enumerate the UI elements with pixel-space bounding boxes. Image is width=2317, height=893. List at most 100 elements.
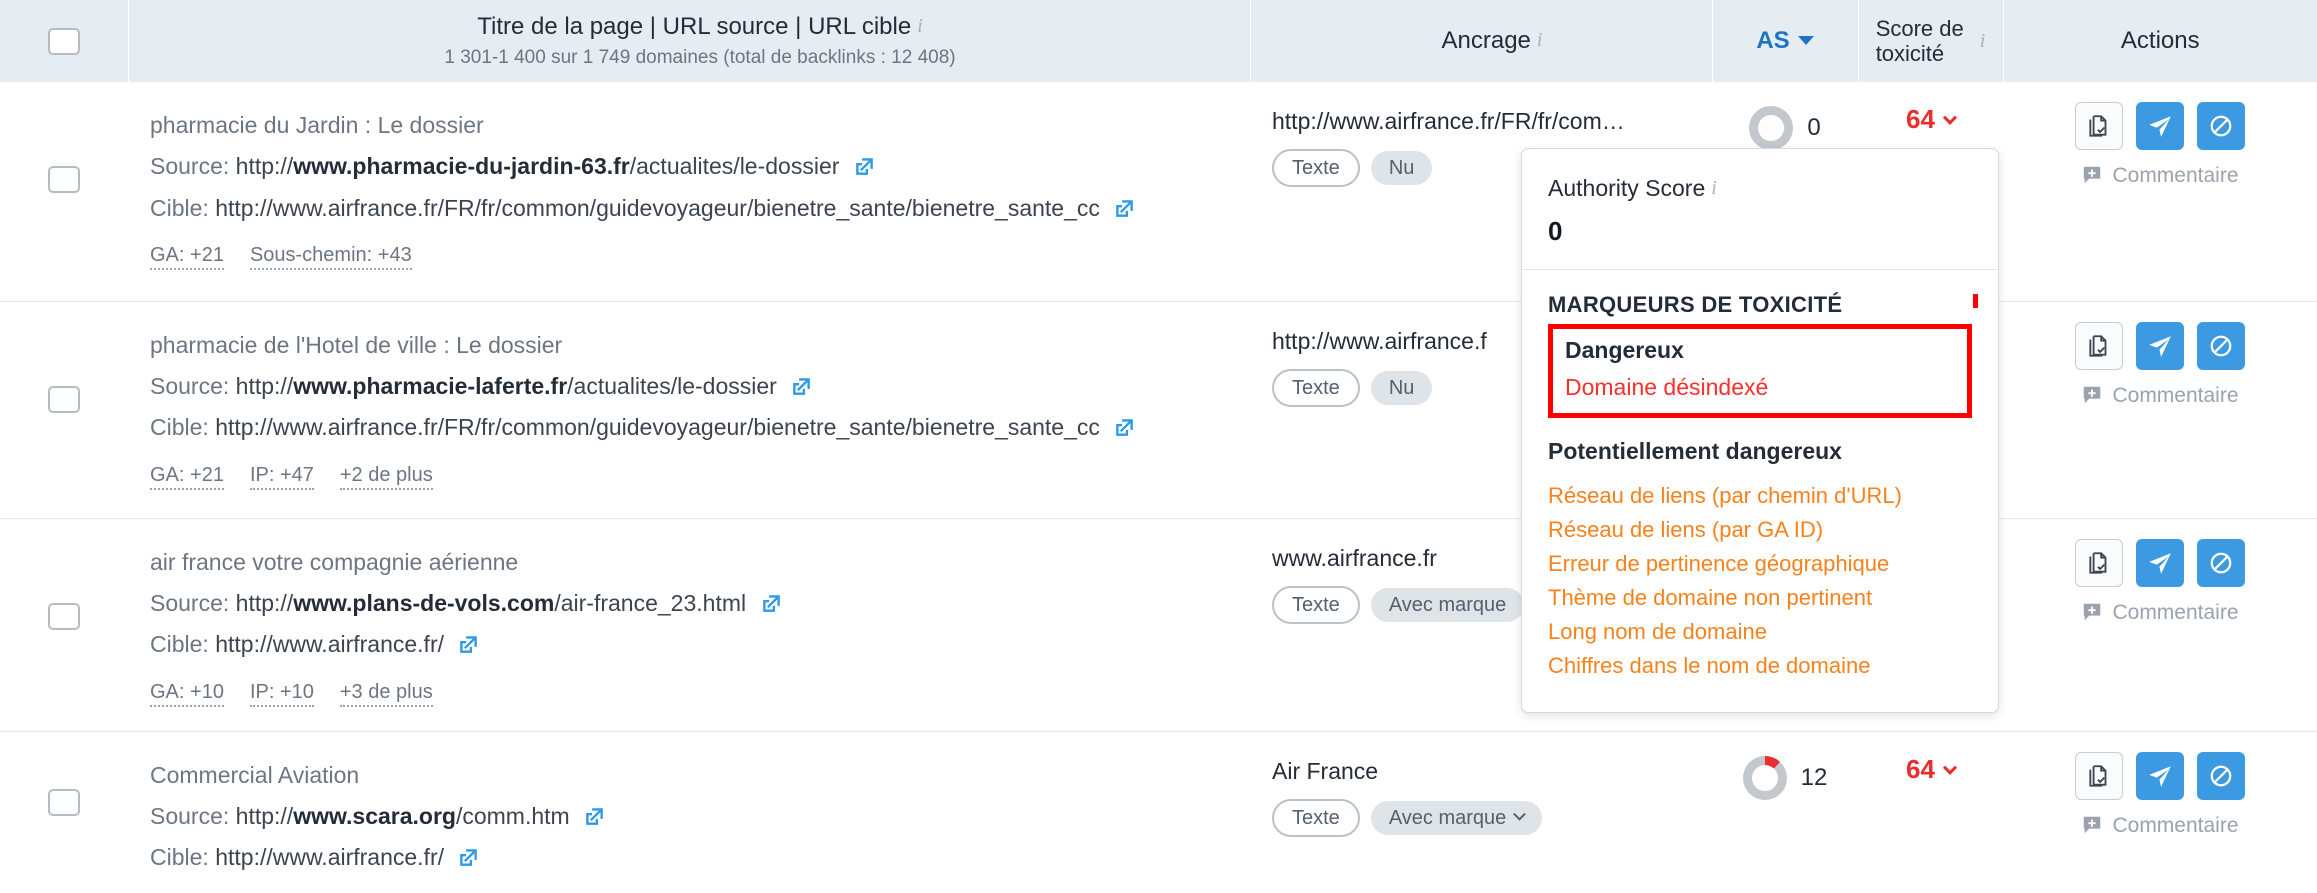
potentially-dangerous-list: Réseau de liens (par chemin d'URL) Résea… (1548, 479, 1972, 684)
chevron-down-icon[interactable] (1942, 110, 1958, 125)
metric-badge[interactable]: IP: +10 (249, 680, 314, 707)
external-link-icon[interactable] (1115, 194, 1134, 217)
external-link-icon[interactable] (459, 630, 478, 654)
toxicity-score[interactable]: 64 (1858, 754, 2003, 785)
block-button[interactable] (2197, 321, 2245, 370)
metric-badge[interactable]: IP: +47 (249, 463, 314, 490)
whitelist-button[interactable] (2075, 321, 2123, 370)
comment-action[interactable]: Commentaire (2003, 384, 2317, 408)
anchor-tag-type[interactable]: Texte (1272, 798, 1360, 837)
comment-action[interactable]: Commentaire (2003, 164, 2317, 188)
block-button[interactable] (2197, 751, 2245, 800)
row-metrics: GA: +21 Sous-chemin: +43 (150, 244, 1250, 271)
marker-item[interactable]: Chiffres dans le nom de domaine (1548, 649, 1972, 683)
row-checkbox[interactable] (48, 385, 80, 413)
anchor-tag-type[interactable]: Texte (1272, 149, 1360, 187)
row-anchor-cell: Air France Texte Avec marque (1250, 730, 1712, 893)
metric-badge[interactable]: Sous-chemin: +43 (249, 244, 412, 271)
anchor-tag-type[interactable]: Texte (1272, 368, 1360, 407)
authority-score-value: 0 (1807, 114, 1821, 141)
row-as-cell: 12 (1712, 730, 1858, 893)
row-checkbox[interactable] (48, 166, 80, 193)
row-metrics: GA: +10 IP: +10 +3 de plus (150, 680, 1250, 707)
whitelist-button[interactable] (2075, 538, 2123, 587)
chevron-down-icon[interactable] (1797, 36, 1814, 45)
toxicity-score[interactable]: 64 (1858, 104, 2003, 135)
anchor-tag-brand[interactable]: Nu (1370, 370, 1433, 405)
source-url-line: Source: http://www.scara.org/comm.htm (150, 800, 1250, 833)
info-icon[interactable]: i (1980, 30, 1986, 53)
anchor-tag-type[interactable]: Texte (1272, 585, 1360, 624)
source-url-line: Source: http://www.pharmacie-laferte.fr/… (150, 370, 1250, 403)
block-button[interactable] (2197, 102, 2245, 150)
source-path: /air-france_23.html (554, 589, 747, 616)
marker-item[interactable]: Thème de domaine non pertinent (1548, 581, 1972, 615)
block-button[interactable] (2197, 538, 2245, 587)
anchor-url: http://www.airfrance.fr/FR/fr/com… (1272, 108, 1625, 134)
table-header: Titre de la page | URL source | URL cibl… (0, 0, 2317, 82)
disavow-send-button[interactable] (2136, 751, 2184, 800)
external-link-icon[interactable] (1115, 413, 1134, 437)
metric-badge[interactable]: +3 de plus (339, 680, 433, 707)
marker-item[interactable]: Réseau de liens (par GA ID) (1548, 513, 1972, 547)
target-label: Cible: (150, 414, 209, 441)
row-metrics: GA: +21 IP: +47 +2 de plus (150, 463, 1250, 490)
chevron-down-icon[interactable] (1942, 760, 1958, 775)
metric-badge[interactable]: GA: +21 (150, 463, 224, 490)
whitelist-button[interactable] (2075, 102, 2123, 150)
external-link-icon[interactable] (855, 152, 874, 175)
disavow-send-button[interactable] (2136, 538, 2184, 587)
row-select-cell (0, 517, 128, 731)
dangerous-heading: Dangereux (1565, 337, 1684, 363)
metric-badge[interactable]: GA: +10 (150, 680, 224, 707)
comment-label: Commentaire (2112, 164, 2239, 187)
toxicity-markers-heading-text: MARQUEURS DE TOXICITÉ (1548, 292, 1843, 317)
dangerous-marker-item[interactable]: Domaine désindexé (1565, 374, 1955, 401)
authority-score-value: 12 (1800, 763, 1828, 791)
header-toxicity-label: Score de toxicité (1875, 15, 1964, 66)
external-link-icon[interactable] (459, 843, 478, 867)
row-actions-cell: Commentaire (2003, 730, 2317, 893)
annotation-highlight-box: Dangereux Domaine désindexé (1548, 324, 1972, 418)
row-checkbox[interactable] (48, 602, 80, 630)
anchor-tag-brand[interactable]: Avec marque (1370, 587, 1525, 622)
popover-as-label: Authority Score i (1548, 175, 1972, 202)
row-checkbox[interactable] (48, 788, 80, 816)
header-as-cell[interactable]: AS (1712, 0, 1859, 82)
comment-action[interactable]: Commentaire (2003, 601, 2317, 625)
header-as-sort[interactable]: AS (1713, 27, 1858, 55)
marker-item[interactable]: Réseau de liens (par chemin d'URL) (1548, 479, 1972, 513)
chevron-down-icon[interactable] (1513, 807, 1527, 821)
disavow-send-button[interactable] (2136, 321, 2184, 370)
marker-item[interactable]: Long nom de domaine (1548, 615, 1972, 649)
whitelist-button[interactable] (2075, 751, 2123, 800)
target-url: http://www.airfrance.fr/FR/fr/common/gui… (215, 414, 1100, 441)
external-link-icon[interactable] (792, 372, 811, 395)
metric-badge[interactable]: GA: +21 (150, 244, 224, 271)
authority-score-popover: Authority Score i 0 MARQUEURS DE TOXICITÉ… (1521, 148, 1999, 713)
row-actions-cell: Commentaire (2003, 517, 2317, 731)
target-url: http://www.airfrance.fr/FR/fr/common/gui… (215, 194, 1100, 221)
marker-item[interactable]: Erreur de pertinence géographique (1548, 547, 1972, 581)
comment-action[interactable]: Commentaire (2003, 814, 2317, 838)
toxicity-markers-heading: MARQUEURS DE TOXICITÉ (1548, 292, 1978, 318)
anchor-tag-brand[interactable]: Avec marque (1370, 800, 1543, 835)
external-link-icon[interactable] (585, 802, 604, 825)
info-icon[interactable]: i (1537, 29, 1543, 52)
select-all-checkbox[interactable] (47, 27, 80, 55)
table-row: Commercial Aviation Source: http://www.s… (0, 730, 2317, 893)
disavow-send-button[interactable] (2136, 102, 2184, 150)
row-select-cell (0, 82, 128, 301)
source-url-line: Source: http://www.pharmacie-du-jardin-6… (150, 150, 1250, 183)
info-icon[interactable]: i (1711, 177, 1717, 200)
source-scheme: http:// (235, 802, 294, 829)
anchor-tag-brand[interactable]: Nu (1370, 151, 1433, 185)
backlink-audit-table-page: Titre de la page | URL source | URL cibl… (0, 0, 2317, 893)
target-url-line: Cible: http://www.airfrance.fr/ (150, 841, 1250, 874)
metric-badge[interactable]: +2 de plus (339, 463, 433, 490)
source-label: Source: (150, 802, 230, 829)
info-icon[interactable]: i (917, 14, 923, 39)
header-anchor-cell: Ancrage i (1250, 0, 1713, 82)
header-title-subtext: 1 301-1 400 sur 1 749 domaines (total de… (444, 46, 956, 68)
external-link-icon[interactable] (762, 589, 781, 612)
